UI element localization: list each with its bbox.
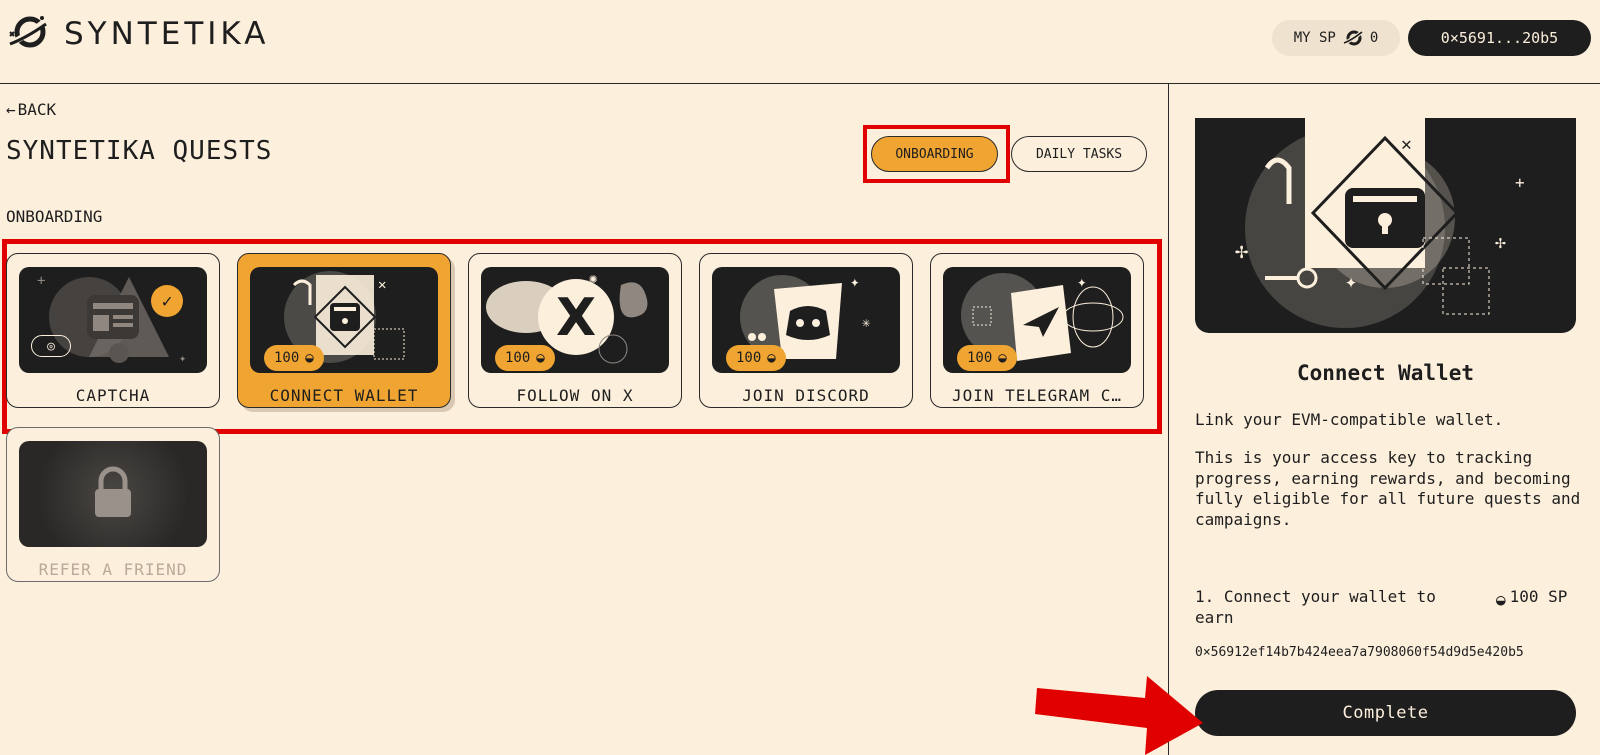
quest-card-label: CONNECT WALLET [269,386,419,405]
quest-card-join-discord[interactable]: ✦ ✳ 100 ◒ JOIN DISCORD [699,253,913,408]
reward-badge: 100 ◒ [726,345,786,371]
reward-badge: 100 ◒ [957,345,1017,371]
svg-text:✦: ✦ [1077,272,1087,291]
reward-badge: 100 ◒ [264,345,324,371]
sp-coin-icon: ◒ [998,350,1007,366]
sp-value: 0 [1369,30,1379,46]
tab-daily-tasks[interactable]: DAILY TASKS [1011,136,1147,172]
back-label: BACK [17,100,57,119]
sp-coin-icon: ◒ [536,350,545,366]
svg-text:✕: ✕ [1401,134,1412,155]
logo-text: SYNTETIKA [64,16,270,52]
quest-thumbnail: + ✦ ✓ ◎ [19,267,207,373]
svg-text:✳: ✳ [862,315,871,331]
quest-card-follow-on-x[interactable]: X ✺ 100 ◒ FOLLOW ON X [468,253,682,408]
quest-description: Link your EVM-compatible wallet. [1195,410,1504,429]
quest-card-label: JOIN TELEGRAM C… [951,386,1123,405]
svg-text:✕: ✕ [378,277,386,293]
quest-card-label: CAPTCHA [75,386,151,405]
quest-card-captcha[interactable]: + ✦ ✓ ◎ CAPTCHA [6,253,220,408]
sp-coin-icon: ◎ [31,335,71,357]
my-sp-badge[interactable]: MY SP 0 [1272,20,1400,56]
sp-coin-icon: ◒ [767,350,776,366]
sp-coin-icon: ◒ [1496,590,1506,609]
sp-coin-icon [1343,30,1364,46]
quest-card-label: FOLLOW ON X [516,386,634,405]
svg-text:+: + [37,273,45,289]
tab-onboarding[interactable]: ONBOARDING [871,136,998,172]
svg-text:✦: ✦ [850,272,860,291]
svg-text:✺: ✺ [589,271,598,287]
svg-text:✦: ✦ [1345,269,1357,293]
step-reward-value: 100 SP [1509,587,1568,606]
svg-text:✦: ✦ [179,351,186,365]
quest-card-join-telegram[interactable]: ✦ 100 ◒ JOIN TELEGRAM C… [930,253,1144,408]
arrow-left-icon: ← [6,100,16,119]
quest-thumbnail [19,441,207,547]
svg-text:✢: ✢ [1235,239,1248,264]
quest-thumbnail: ✕ 100 ◒ [250,267,438,373]
section-heading: ONBOARDING [6,207,103,226]
lock-icon [95,466,131,517]
quest-thumbnail: ✦ 100 ◒ [943,267,1131,373]
sp-coin-icon: ◒ [305,350,314,366]
top-bar: SYNTETIKA MY SP 0 0×5691...20b5 [0,0,1600,84]
check-circle-icon: ✓ [151,285,183,317]
step-reward: ◒ 100 SP [1496,586,1576,610]
svg-text:X: X [556,288,596,348]
quest-card-connect-wallet[interactable]: ✕ 100 ◒ CONNECT WALLET [237,253,451,408]
svg-text:+: + [1515,173,1525,192]
page-title: SYNTETIKA QUESTS [6,136,273,166]
annotation-arrow-icon [1035,676,1203,755]
svg-text:✢: ✢ [1495,232,1506,253]
quest-step: 1. Connect your wallet to earn [1195,587,1436,627]
quest-title: Connect Wallet [1296,361,1474,385]
quest-hero-image: ✕ ✢ ✢ ✦ + [1195,118,1576,333]
reward-badge: 100 ◒ [495,345,555,371]
syntetika-logo-icon [8,16,47,48]
quest-card-label: JOIN DISCORD [742,386,870,405]
panel-divider [1168,84,1169,755]
reward-value: 100 [736,350,762,366]
reward-value: 100 [274,350,300,366]
back-link[interactable]: ← BACK [6,100,56,119]
wallet-address-full: 0×56912ef14b7b424eea7a7908060f54d9d5e420… [1195,645,1524,660]
quest-thumbnail: X ✺ 100 ◒ [481,267,669,373]
logo[interactable]: SYNTETIKA [6,14,269,54]
reward-value: 100 [505,350,531,366]
quest-thumbnail: ✦ ✳ 100 ◒ [712,267,900,373]
quest-card-label: REFER A FRIEND [38,560,188,579]
complete-button[interactable]: Complete [1195,690,1576,736]
quest-card-refer-a-friend: REFER A FRIEND [6,427,220,582]
wallet-address-button[interactable]: 0×5691...20b5 [1408,20,1591,56]
reward-value: 100 [967,350,993,366]
quest-body-text: This is your access key to tracking prog… [1195,448,1581,529]
sp-label: MY SP [1293,30,1336,46]
